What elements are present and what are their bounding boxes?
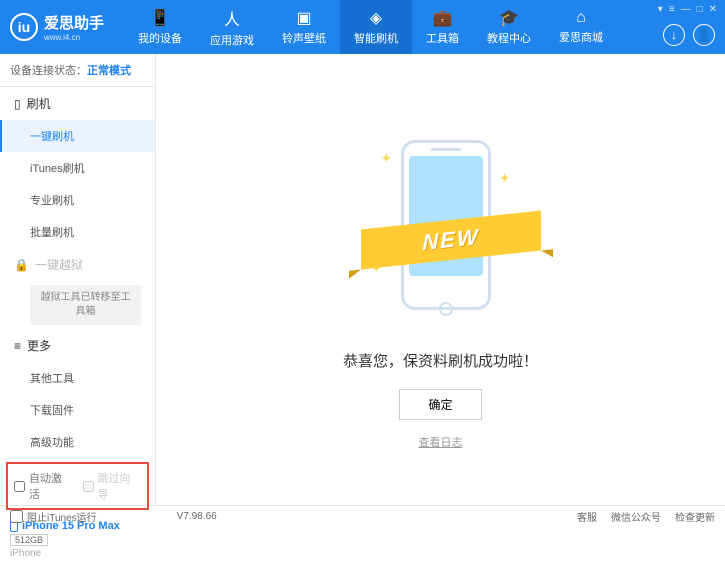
auto-activate-checkbox[interactable]: 自动激活	[14, 470, 73, 502]
more-icon: ≡	[14, 339, 21, 353]
section-jailbreak: 🔒一键越狱	[0, 248, 155, 281]
wallpaper-icon: ▣	[296, 8, 311, 28]
sidebar-item-batch-flash[interactable]: 批量刷机	[0, 216, 155, 248]
confirm-button[interactable]: 确定	[399, 389, 481, 420]
app-name: 爱思助手	[44, 12, 104, 33]
header-action-circles: ↓ 👤	[663, 24, 715, 46]
main-content: ✦ ✦ ✦ NEW 恭喜您，保资料刷机成功啦！ 确定 查看日志	[156, 54, 725, 505]
window-controls: ▾ ≡ — □ ✕	[658, 4, 717, 15]
sidebar-item-download-firmware[interactable]: 下载固件	[0, 394, 155, 426]
version-label: V7.98.66	[177, 511, 217, 522]
sidebar-item-onekey-flash[interactable]: 一键刷机	[0, 120, 155, 152]
download-button[interactable]: ↓	[663, 24, 685, 46]
sidebar-item-pro-flash[interactable]: 专业刷机	[0, 184, 155, 216]
view-log-link[interactable]: 查看日志	[419, 434, 463, 450]
menu-icon[interactable]: ≡	[669, 4, 675, 15]
dropdown-icon[interactable]: ▾	[658, 4, 663, 15]
device-type: iPhone	[10, 548, 145, 559]
jailbreak-moved-note: 越狱工具已转移至工具箱	[30, 285, 141, 325]
success-message: 恭喜您，保资料刷机成功啦！	[343, 350, 538, 371]
tutorial-icon: 🎓	[499, 8, 519, 28]
block-itunes-checkbox[interactable]: 阻止iTunes运行	[10, 509, 97, 524]
app-url: www.i4.cn	[44, 33, 104, 42]
sidebar-item-other-tools[interactable]: 其他工具	[0, 362, 155, 394]
maximize-icon[interactable]: □	[697, 4, 703, 15]
close-icon[interactable]: ✕	[709, 4, 717, 15]
logo-icon: iu	[10, 13, 38, 41]
apps-icon: 人	[224, 6, 240, 30]
phone-illustration: ✦ ✦ ✦ NEW	[371, 130, 511, 330]
footer-wechat[interactable]: 微信公众号	[611, 509, 661, 524]
logo: iu 爱思助手 www.i4.cn	[10, 12, 104, 42]
section-more[interactable]: ≡更多	[0, 329, 155, 362]
sidebar-item-itunes-flash[interactable]: iTunes刷机	[0, 152, 155, 184]
nav-apps-games[interactable]: 人应用游戏	[196, 0, 268, 54]
section-flash[interactable]: ▯刷机	[0, 87, 155, 120]
store-icon: ⌂	[576, 9, 586, 27]
nav-my-device[interactable]: 📱我的设备	[124, 0, 196, 54]
flash-icon: ◈	[370, 8, 382, 28]
flash-section-icon: ▯	[14, 97, 21, 111]
nav-ringtones[interactable]: ▣铃声壁纸	[268, 0, 340, 54]
sidebar: 设备连接状态：正常模式 ▯刷机 一键刷机 iTunes刷机 专业刷机 批量刷机 …	[0, 54, 156, 505]
nav-toolbox[interactable]: 💼工具箱	[412, 0, 473, 54]
lock-icon: 🔒	[14, 258, 29, 272]
user-button[interactable]: 👤	[693, 24, 715, 46]
toolbox-icon: 💼	[433, 8, 453, 28]
nav-smart-flash[interactable]: ◈智能刷机	[340, 0, 412, 54]
app-header: iu 爱思助手 www.i4.cn 📱我的设备 人应用游戏 ▣铃声壁纸 ◈智能刷…	[0, 0, 725, 54]
device-storage: 512GB	[10, 534, 48, 546]
nav-store[interactable]: ⌂爱思商城	[545, 0, 617, 54]
phone-icon: 📱	[150, 8, 170, 28]
sidebar-item-advanced[interactable]: 高级功能	[0, 426, 155, 458]
device-status: 设备连接状态：正常模式	[0, 54, 155, 87]
options-highlight-box: 自动激活 跳过向导	[6, 462, 149, 510]
top-nav: 📱我的设备 人应用游戏 ▣铃声壁纸 ◈智能刷机 💼工具箱 🎓教程中心 ⌂爱思商城	[124, 0, 617, 54]
skip-guide-checkbox[interactable]: 跳过向导	[83, 470, 142, 502]
footer-support[interactable]: 客服	[577, 509, 597, 524]
footer-check-update[interactable]: 检查更新	[675, 509, 715, 524]
minimize-icon[interactable]: —	[681, 4, 691, 15]
nav-tutorials[interactable]: 🎓教程中心	[473, 0, 545, 54]
